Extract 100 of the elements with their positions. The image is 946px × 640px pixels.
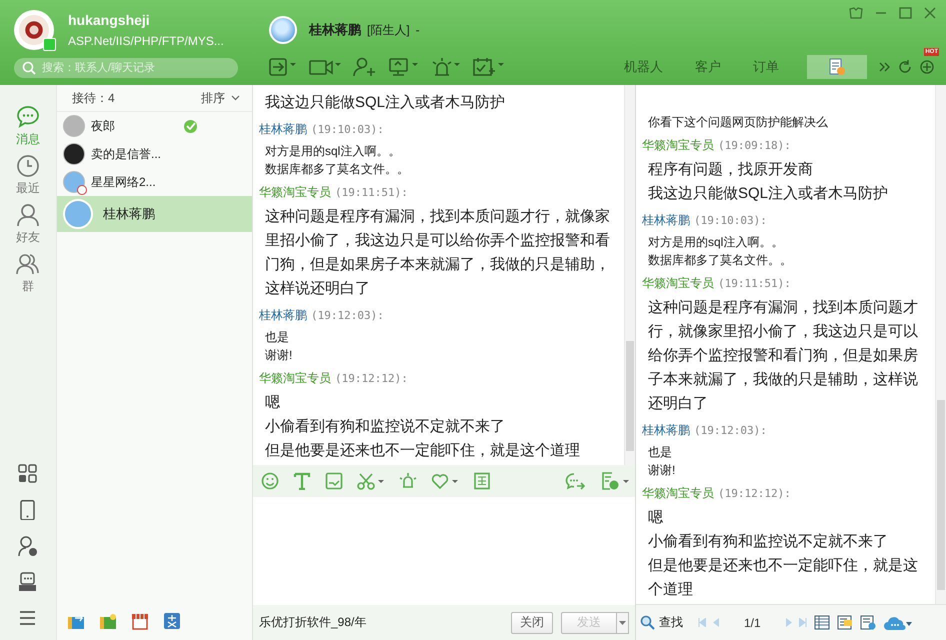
message-text: 程序有问题，找原开发商 xyxy=(648,160,814,180)
font-icon[interactable] xyxy=(293,472,311,490)
check-icon xyxy=(186,122,196,130)
profile-avatar[interactable] xyxy=(14,10,54,50)
message-time: (19:12:12): xyxy=(335,372,408,385)
chevron-down-icon xyxy=(231,95,240,101)
note-icon[interactable] xyxy=(836,615,853,630)
reception-count: 接待：4 xyxy=(72,90,115,106)
scrollbar[interactable] xyxy=(935,85,946,604)
sort-dropdown[interactable]: 排序 xyxy=(201,90,240,106)
sender-name: 华籁淘宝专员 xyxy=(259,371,331,385)
user-status: ASP.Net/IIS/PHP/FTP/MYS... xyxy=(68,34,224,48)
contact-item[interactable]: 卖的是信誉... xyxy=(57,140,252,168)
message-text: 小偷看到有狗和监控说不定就不来了 xyxy=(648,532,889,552)
sell-tag-icon[interactable] xyxy=(163,612,181,630)
sender-name: 桂林蒋鹏 xyxy=(259,308,307,322)
message-text: 谢谢! xyxy=(265,347,294,364)
message-time: (19:12:03): xyxy=(311,309,384,322)
contact-avatar[interactable] xyxy=(269,16,297,44)
nav-tab[interactable]: 最近 xyxy=(16,154,40,197)
group-icon xyxy=(16,252,40,276)
folder-star-icon[interactable] xyxy=(99,612,117,630)
more-icon[interactable] xyxy=(879,62,890,72)
contact-tag: [陌生人] xyxy=(367,22,410,38)
ad-link[interactable]: 乐优打折软件_98/年 xyxy=(259,614,366,631)
add-icon[interactable] xyxy=(920,60,934,74)
inbox-chat-icon[interactable] xyxy=(18,572,38,592)
contact-item[interactable]: 夜郎 xyxy=(57,112,252,140)
caret-icon xyxy=(619,620,626,624)
table-icon[interactable] xyxy=(814,615,830,630)
file-transfer-icon[interactable] xyxy=(269,56,297,76)
message-text: 对方是用的sql注入啊。。 xyxy=(265,143,402,160)
scrollbar[interactable] xyxy=(624,85,635,465)
nav-tab[interactable]: 好友 xyxy=(16,203,40,246)
user-name: hukangsheji xyxy=(68,12,151,28)
document-clock-icon[interactable] xyxy=(601,472,629,490)
calendar-add-icon[interactable] xyxy=(473,56,505,76)
message-time: (19:12:12): xyxy=(718,487,791,500)
contact-item[interactable]: 星星网络2... xyxy=(57,168,252,196)
phone-icon[interactable] xyxy=(18,500,38,520)
picture-icon[interactable] xyxy=(325,472,343,490)
message-text: 数据库都多了莫名文件。。 xyxy=(648,252,793,269)
calculator-icon[interactable] xyxy=(473,472,491,490)
clock-icon xyxy=(16,154,40,178)
scissors-icon[interactable] xyxy=(357,472,385,490)
smiley-icon[interactable] xyxy=(261,472,279,490)
apps-grid-icon[interactable] xyxy=(18,464,38,484)
sender-name: 华籁淘宝专员 xyxy=(642,486,714,500)
message-time: (19:10:03): xyxy=(311,123,384,136)
contact-name: 夜郎 xyxy=(91,118,115,134)
search-icon xyxy=(640,615,655,630)
message-text: 也是 xyxy=(648,444,673,461)
contact-name: 星星网络2... xyxy=(91,174,156,190)
cloud-menu-icon[interactable] xyxy=(882,614,913,630)
contact-suffix: - xyxy=(416,23,420,37)
chat-bubble-icon xyxy=(16,105,40,129)
message-text: 我这边只能做SQL注入或者木马防护 xyxy=(648,184,890,204)
contact-name: 卖的是信誉... xyxy=(91,146,162,162)
document-icon[interactable] xyxy=(860,615,876,630)
nav-tab[interactable]: 群 xyxy=(16,252,40,295)
message-text: 嗯 xyxy=(265,393,281,413)
sender-name: 桂林蒋鹏 xyxy=(642,423,690,437)
document-clock-icon xyxy=(828,58,846,76)
sender-name: 华籁淘宝专员 xyxy=(259,185,331,199)
message-text: 数据库都多了莫名文件。。 xyxy=(265,161,410,178)
chat-forward-icon[interactable] xyxy=(565,472,587,490)
maximize-icon[interactable] xyxy=(899,7,912,19)
send-options-dropdown[interactable] xyxy=(617,612,629,634)
contact-name: 桂林蒋鹏 xyxy=(309,21,361,39)
sender-name: 桂林蒋鹏 xyxy=(642,213,690,227)
tab[interactable] xyxy=(807,54,867,78)
shop-icon[interactable] xyxy=(131,612,149,630)
close-button[interactable]: 关闭 xyxy=(511,612,553,634)
bell-icon[interactable] xyxy=(399,472,417,490)
message-text: 这种问题是程序有漏洞，找到本质问题才行，就像家里招小偷了，我这边只是可以给你弄个监控报警和看门狗，但是如果房子本来就漏了，我做的只是辅助，这样说还明白了 xyxy=(648,298,919,414)
contact-item[interactable]: 桂林蒋鹏 xyxy=(57,196,252,232)
message-text: 但是他要是还来也不一定能吓住，就是这个道理 xyxy=(265,441,581,461)
contact-name: 桂林蒋鹏 xyxy=(103,205,155,223)
person-icon xyxy=(16,203,40,227)
person-clock-icon[interactable] xyxy=(18,536,38,556)
close-icon[interactable] xyxy=(924,7,936,19)
menu-icon[interactable] xyxy=(18,608,38,628)
skin-icon[interactable] xyxy=(849,7,863,19)
gift-box-icon[interactable] xyxy=(67,612,85,630)
message-text: 嗯 xyxy=(648,508,664,528)
message-time: (19:11:51): xyxy=(718,277,791,290)
alarm-icon[interactable] xyxy=(431,56,461,76)
screen-share-icon[interactable] xyxy=(389,56,419,76)
add-person-icon[interactable] xyxy=(353,56,377,76)
search-icon xyxy=(22,61,36,75)
message-text: 小偷看到有狗和监控说不定就不来了 xyxy=(265,417,506,437)
message-time: (19:10:03): xyxy=(694,214,767,227)
message-text: 你看下这个问题网页防护能解决么 xyxy=(648,114,829,131)
heart-icon[interactable] xyxy=(431,472,459,490)
find-button[interactable]: 查找 xyxy=(640,614,683,631)
message-text: 我这边只能做SQL注入或者木马防护 xyxy=(265,93,506,113)
message-text: 也是 xyxy=(265,329,290,346)
refresh-icon[interactable] xyxy=(898,60,912,74)
sender-name: 桂林蒋鹏 xyxy=(259,122,307,136)
sender-name: 华籁淘宝专员 xyxy=(642,138,714,152)
